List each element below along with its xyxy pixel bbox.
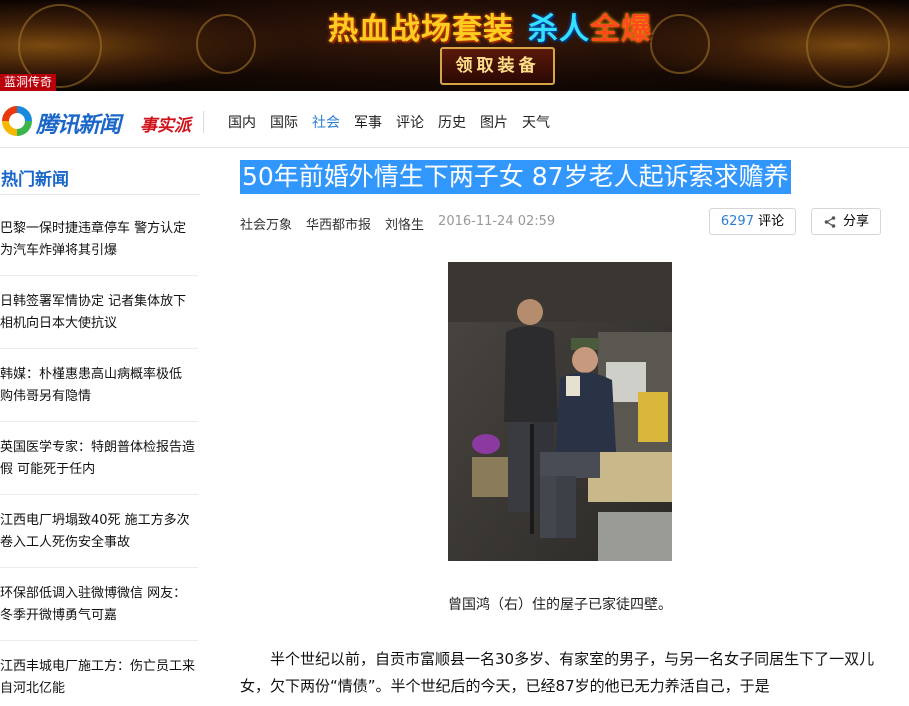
sidebar-news-item[interactable]: 日韩签署军情协定 记者集体放下相机向日本大使抗议 [0, 291, 198, 349]
article-source[interactable]: 华西都市报 [306, 214, 371, 233]
banner-headline-b: 杀人 [528, 12, 590, 47]
comment-count: 6297 [720, 214, 754, 229]
elderly-men-photo [448, 262, 672, 561]
site-logo[interactable]: 腾讯新闻 事实派 [2, 106, 192, 138]
article-photo [448, 262, 672, 561]
share-button[interactable]: 分享 [811, 208, 881, 235]
banner-headline-a: 热血战场套装 [328, 12, 514, 47]
nav-item-military[interactable]: 军事 [354, 112, 382, 132]
article-category[interactable]: 社会万象 [240, 214, 292, 233]
logo-sub: 事实派 [140, 116, 191, 136]
share-label: 分享 [843, 214, 870, 229]
sidebar-news-item[interactable]: 江西电厂坍塌致40死 施工方多次卷入工人死伤安全事故 [0, 510, 198, 568]
nav-item-society[interactable]: 社会 [312, 112, 340, 132]
article-meta: 社会万象 华西都市报 刘恪生 2016-11-24 02:59 [240, 214, 569, 233]
nav-item-international[interactable]: 国际 [270, 112, 298, 132]
banner-headline: 热血战场套装 杀人 全爆 [328, 4, 651, 48]
tencent-logo-icon [2, 106, 32, 136]
sidebar-news-item[interactable]: 江西丰城电厂施工方：伤亡员工来自河北亿能 [0, 656, 198, 700]
logo-name: 腾讯新闻 [36, 113, 121, 138]
banner-headline-c: 全爆 [590, 12, 652, 47]
nav-item-photos[interactable]: 图片 [480, 112, 508, 132]
article-date: 2016-11-24 02:59 [438, 214, 556, 229]
sidebar-divider [0, 194, 200, 195]
nav-item-weather[interactable]: 天气 [522, 112, 550, 132]
banner-claim-button[interactable]: 领取装备 [440, 47, 555, 85]
nav-item-opinion[interactable]: 评论 [396, 112, 424, 132]
sidebar-news-item[interactable]: 巴黎一保时捷违章停车 警方认定为汽车炸弹将其引爆 [0, 218, 198, 276]
article-paragraph: 半个世纪以前，自贡市富顺县一名30多岁、有家室的男子，与另一名女子同居生下了一双… [240, 650, 875, 695]
sidebar-news-item[interactable]: 英国医学专家：特朗普体检报告造假 可能死于任内 [0, 437, 198, 495]
main-nav: 国内 国际 社会 军事 评论 历史 图片 天气 [228, 112, 564, 132]
banner-tag: 蓝洞传奇 [0, 74, 57, 91]
article-author: 刘恪生 [385, 218, 425, 233]
comment-label: 评论 [758, 214, 785, 229]
sidebar-title: 热门新闻 [1, 170, 69, 190]
article-title: 50年前婚外情生下两子女 87岁老人起诉索求赡养 [240, 160, 791, 194]
site-header: 腾讯新闻 事实派 国内 国际 社会 军事 评论 历史 图片 天气 [0, 91, 909, 148]
nav-item-history[interactable]: 历史 [438, 112, 466, 132]
banner-ad[interactable]: 热血战场套装 杀人 全爆 领取装备 蓝洞传奇 [0, 0, 909, 91]
sidebar-news-item[interactable]: 环保部低调入驻微博微信 网友：冬季开微博勇气可嘉 [0, 583, 198, 641]
share-icon [824, 216, 836, 228]
sidebar-news-item[interactable]: 韩媒：朴槿惠患高山病概率极低 购伟哥另有隐情 [0, 364, 198, 422]
logo-divider [203, 111, 204, 133]
photo-caption: 曾国鸿（右）住的屋子已家徒四壁。 [448, 597, 672, 613]
nav-item-domestic[interactable]: 国内 [228, 112, 256, 132]
comment-button[interactable]: 6297 评论 [709, 208, 796, 235]
